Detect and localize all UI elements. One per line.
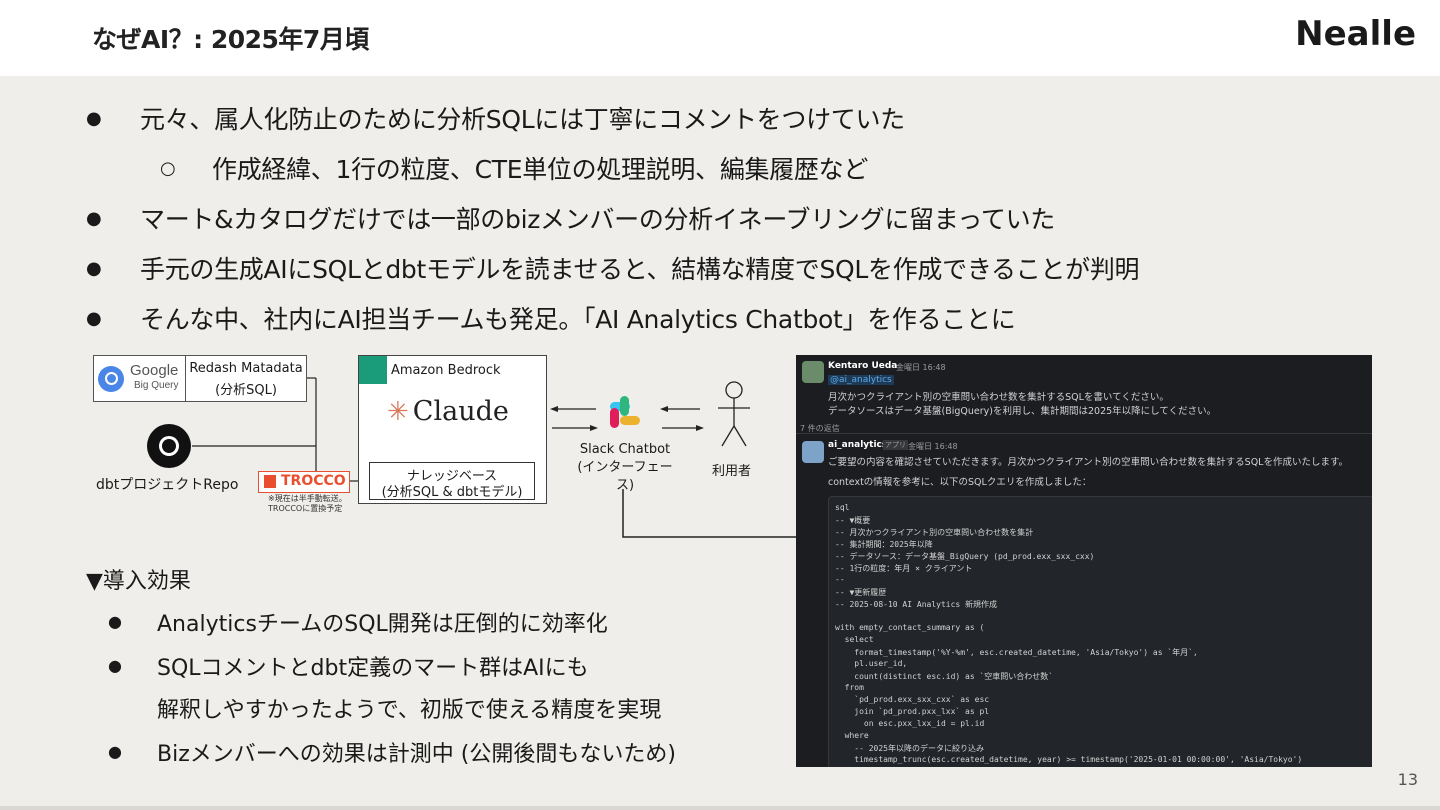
code-line: pl.user_id, xyxy=(835,659,908,668)
slack-chatbot-label: Slack Chatbot (インターフェース) xyxy=(570,441,680,495)
github-icon xyxy=(147,424,191,468)
dbt-repo-label: dbtプロジェクトRepo xyxy=(96,477,239,493)
avatar xyxy=(802,361,824,383)
code-block: sql -- ▼概要 -- 月次かつクライアント別の空車問い合わせ数を集計 -- 集計… xyxy=(828,496,1372,767)
bedrock-box: Amazon Bedrock ✳ Claude ナレッジベース (分析SQL & … xyxy=(358,355,547,504)
code-line: -- ▼更新履歴 xyxy=(835,588,887,597)
bigquery-box: Google Big Query xyxy=(93,355,187,402)
message-text: ご要望の内容を確認させていただきます。月次かつクライアント別の空車問い合わせ数を… xyxy=(828,457,1349,468)
bottom-border xyxy=(0,806,1440,810)
mention-tag: @ai_analytics xyxy=(828,375,894,385)
user-label: 利用者 xyxy=(712,464,752,479)
redash-sublabel: (分析SQL) xyxy=(215,383,277,398)
trocco-note-line: ※現在は半手動転送。 xyxy=(268,494,347,503)
bigquery-icon xyxy=(98,366,124,392)
code-line: timestamp_trunc(esc.created_datetime, ye… xyxy=(835,755,1303,764)
claude-logo: ✳ Claude xyxy=(387,396,509,427)
code-line: -- 月次かつクライアント別の空車問い合わせ数を集計 xyxy=(835,528,1034,537)
code-line: -- ▼概要 xyxy=(835,516,871,525)
nealle-logo: Nealle xyxy=(1295,14,1416,54)
message-time: 金曜日 16:48 xyxy=(908,442,958,451)
code-line: select xyxy=(835,635,874,644)
bot-avatar xyxy=(802,441,824,463)
code-line: -- 2025年以降のデータに絞り込み xyxy=(835,744,984,753)
page-number: 13 xyxy=(1397,770,1418,789)
code-line: with empty_contact_summary as ( xyxy=(835,623,985,632)
code-line: -- 集計期間：2025年以降 xyxy=(835,540,933,549)
claude-label: Claude xyxy=(412,396,509,427)
redash-label: Redash Matadata xyxy=(189,361,303,376)
trocco-note-line: TROCCOに置換予定 xyxy=(268,504,343,513)
trocco-note: ※現在は半手動転送。 TROCCOに置換予定 xyxy=(268,494,347,514)
message-text: 月次かつクライアント別の空車問い合わせ数を集計するSQLを書いてください。 xyxy=(828,392,1169,403)
code-line: from xyxy=(835,683,864,692)
redash-box: Redash Matadata (分析SQL) xyxy=(185,355,307,402)
slack-chatbot-subtitle: (インターフェース) xyxy=(577,460,673,493)
code-line: -- 2025-08-10 AI Analytics 新規作成 xyxy=(835,600,998,609)
slack-chatbot-title: Slack Chatbot xyxy=(579,442,671,457)
code-line: on esc.pxx_lxx_id = pl.id xyxy=(835,719,985,728)
code-line: sql xyxy=(835,503,850,512)
bullet-marker: ● xyxy=(108,742,122,761)
trocco-box: TROCCO xyxy=(258,471,350,493)
knowledge-base-box: ナレッジベース (分析SQL & dbtモデル) xyxy=(369,462,535,500)
app-badge: アプリ xyxy=(883,440,908,450)
user-figure-icon xyxy=(718,381,750,447)
effect-item: Bizメンバーへの効果は計測中 (公開後間もないため) xyxy=(157,742,676,767)
code-line: count(distinct esc.id) as `空車問い合わせ数` xyxy=(835,672,1054,681)
code-line: join `pd_prod.pxx_lxx` as pl xyxy=(835,707,990,716)
code-line: `pd_prod.exx_sxx_cxx` as esc xyxy=(835,695,990,704)
code-line: where xyxy=(835,731,869,740)
effect-item: SQLコメントとdbt定義のマート群はAIにも xyxy=(157,656,589,681)
trocco-label: TROCCO xyxy=(281,473,346,489)
bullet-marker: ● xyxy=(108,612,122,631)
message-text: contextの情報を参考に、以下のSQLクエリを作成しました： xyxy=(828,477,1092,488)
claude-star-icon: ✳ xyxy=(387,397,409,427)
message-text: データソースはデータ基盤(BigQuery)を利用し、集計期間は2025年以降に… xyxy=(828,406,1217,417)
code-line: -- xyxy=(835,575,845,584)
trocco-icon xyxy=(264,475,276,488)
effect-item: AnalyticsチームのSQL開発は圧倒的に効率化 xyxy=(157,612,608,637)
slack-screenshot: Kentaro Ueda 金曜日 16:48 @ai_analytics 月次か… xyxy=(796,355,1372,767)
message-time: 金曜日 16:48 xyxy=(896,363,946,372)
bigquery-label: Google xyxy=(130,362,179,379)
message-author: ai_analytics xyxy=(828,440,888,450)
message-author: Kentaro Ueda xyxy=(828,361,898,371)
code-line: format_timestamp('%Y-%m', esc.created_da… xyxy=(835,648,1198,657)
code-line: -- データソース：データ基盤_BigQuery (pd_prod.exx_sx… xyxy=(835,552,1095,561)
knowledge-base-sublabel: (分析SQL & dbtモデル) xyxy=(381,485,523,500)
slack-icon xyxy=(604,396,644,436)
bigquery-sublabel: Big Query xyxy=(134,380,179,391)
bedrock-icon xyxy=(359,356,387,384)
divider xyxy=(796,433,1372,434)
bedrock-label: Amazon Bedrock xyxy=(391,363,501,378)
effects-title: ▼導入効果 xyxy=(86,569,191,594)
effect-item: 解釈しやすかったようで、初版で使える精度を実現 xyxy=(157,698,662,723)
bullet-marker: ● xyxy=(108,656,122,675)
code-line: -- 1行の粒度：年月 × クライアント xyxy=(835,564,973,573)
